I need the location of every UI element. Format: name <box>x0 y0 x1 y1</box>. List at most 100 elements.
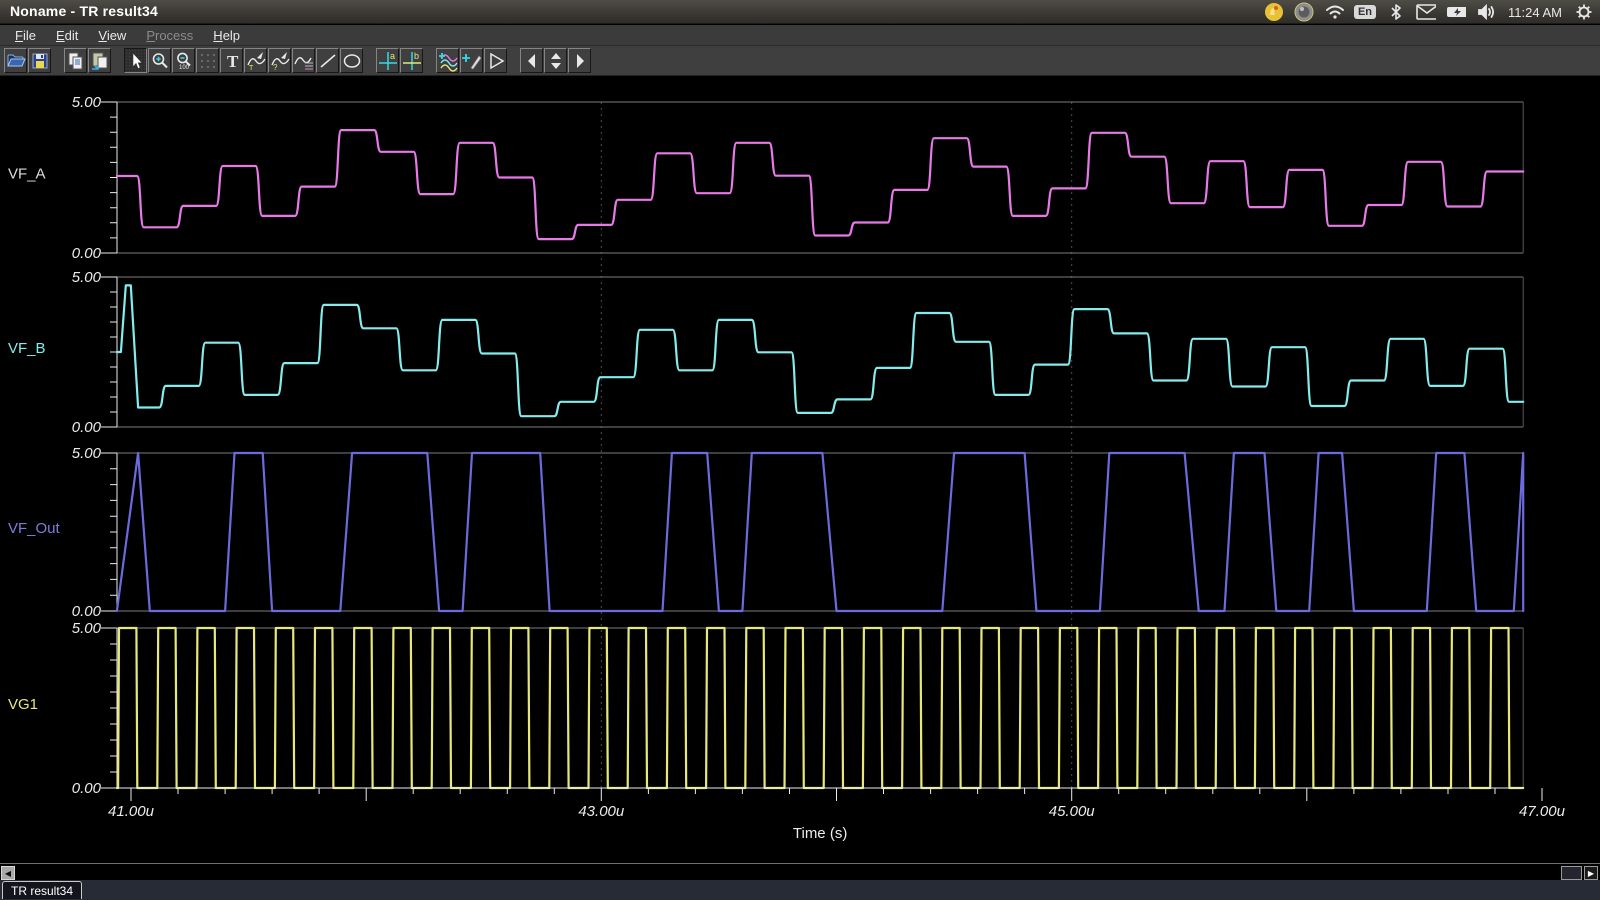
svg-text:T: T <box>249 65 254 72</box>
paste-button[interactable] <box>88 48 111 73</box>
app-yellow-icon[interactable] <box>1264 2 1284 22</box>
toolbar: 100 T T? a b <box>0 46 1600 76</box>
y-axis <box>101 277 117 427</box>
volume-icon[interactable] <box>1476 2 1496 22</box>
cursor-a-button[interactable]: a <box>376 48 399 73</box>
x-tick-label-41: 41.00u <box>108 803 155 820</box>
zoom-in-icon <box>149 50 170 72</box>
metal-orb-icon[interactable] <box>1294 2 1314 22</box>
panel-vf_out: 5.000.00VF_Out <box>8 445 1523 620</box>
play-icon <box>485 50 506 72</box>
signal-label-vg1: VG1 <box>8 696 38 713</box>
menu-item-view[interactable]: View <box>89 26 135 45</box>
panel-vf_b: 5.00 0.00 VF_B <box>8 269 1523 436</box>
probe-icon <box>461 50 482 72</box>
nav-spin-button[interactable] <box>544 48 567 73</box>
scroll-left-button[interactable]: ◀ <box>1 866 15 880</box>
waveform-chart: 5.000.00VF_A5.000.00VF_B5.000.00VF_Out5.… <box>0 77 1600 846</box>
ellipse-icon <box>341 50 362 72</box>
signal-label-vf_b: VF_B <box>8 340 46 357</box>
text-button[interactable]: T <box>220 48 243 73</box>
menu-item-help[interactable]: Help <box>204 26 249 45</box>
zoom-out-icon: 100 <box>173 50 194 72</box>
document-tab[interactable]: TR result34 <box>2 881 82 899</box>
menu-item-file[interactable]: File <box>6 26 45 45</box>
curve-query-icon: ? <box>269 50 290 72</box>
h-scrollbar[interactable]: ◀ ▶ <box>0 863 1600 880</box>
legend-icon <box>293 50 314 72</box>
line-icon <box>317 50 338 72</box>
svg-text:100: 100 <box>179 65 190 71</box>
menu-item-edit[interactable]: Edit <box>47 26 87 45</box>
cursor-b-icon: b <box>401 50 422 72</box>
svg-text:b: b <box>414 51 419 61</box>
svg-text:T: T <box>227 52 239 71</box>
paste-icon <box>89 50 110 72</box>
svg-text:?: ? <box>273 63 278 72</box>
add-curve-icon <box>437 50 458 72</box>
clock-label[interactable]: 11:24 AM <box>1506 5 1564 20</box>
wifi-icon[interactable] <box>1324 2 1344 22</box>
y-axis <box>101 102 117 253</box>
keyboard-layout-label: En <box>1354 5 1376 19</box>
toolbar-group <box>4 48 51 73</box>
grid-button[interactable] <box>196 48 219 73</box>
add-curve-button[interactable] <box>436 48 459 73</box>
save-button[interactable] <box>28 48 51 73</box>
scroll-right-button[interactable]: ▶ <box>1584 866 1598 880</box>
text-icon: T <box>221 50 242 72</box>
y-max-label: 5.00 <box>72 94 102 111</box>
keyboard-layout-badge[interactable]: En <box>1354 2 1376 22</box>
nav-left-button[interactable] <box>520 48 543 73</box>
open-button[interactable] <box>4 48 27 73</box>
play-button[interactable] <box>484 48 507 73</box>
toolbar-group <box>520 48 591 73</box>
system-tray: En 11:24 AM <box>1264 0 1594 24</box>
title-bar: Noname - TR result34 En 11:24 AM <box>0 0 1600 24</box>
probe-button[interactable] <box>460 48 483 73</box>
y-axis <box>101 628 117 788</box>
x-axis <box>117 788 1542 801</box>
trace-vf_out <box>117 453 1523 611</box>
y-max-label: 5.00 <box>72 620 102 637</box>
curve-label-button[interactable]: T <box>244 48 267 73</box>
nav-right-button[interactable] <box>568 48 591 73</box>
toolbar-group <box>64 48 111 73</box>
trace-vf_a <box>117 130 1523 239</box>
trace-vf_b <box>117 285 1523 416</box>
zoom-out-button[interactable]: 100 <box>172 48 195 73</box>
curve-query-button[interactable]: ? <box>268 48 291 73</box>
y-min-label: 0.00 <box>72 245 102 262</box>
pointer-button[interactable] <box>124 48 147 73</box>
grid-icon <box>197 50 218 72</box>
mail-icon[interactable] <box>1416 2 1436 22</box>
nav-right-icon <box>569 50 590 72</box>
battery-icon[interactable] <box>1446 2 1466 22</box>
signal-label-vf_out: VF_Out <box>8 520 61 537</box>
scroll-thumb[interactable] <box>1561 866 1582 880</box>
x-tick-label-47: 47.00u <box>1519 803 1566 820</box>
y-min-label: 0.00 <box>72 780 102 797</box>
window-title: Noname - TR result34 <box>10 3 158 19</box>
toolbar-group <box>436 48 507 73</box>
y-max-label: 5.00 <box>72 269 102 286</box>
x-tick-label-45: 45.00u <box>1049 803 1096 820</box>
cursor-a-icon: a <box>377 50 398 72</box>
zoom-in-button[interactable] <box>148 48 171 73</box>
y-min-label: 0.00 <box>72 603 102 620</box>
cursor-b-button[interactable]: b <box>400 48 423 73</box>
y-axis <box>101 453 117 611</box>
plot-area: 5.000.00VF_A5.000.00VF_B5.000.00VF_Out5.… <box>0 77 1600 846</box>
legend-button[interactable] <box>292 48 315 73</box>
y-min-label: 0.00 <box>72 419 102 436</box>
gear-power-icon[interactable] <box>1574 2 1594 22</box>
bluetooth-icon[interactable] <box>1386 2 1406 22</box>
x-axis-title: Time (s) <box>793 825 847 842</box>
panel-vg1: 5.00 0.00 VG1 <box>8 620 1523 797</box>
copy-button[interactable] <box>64 48 87 73</box>
line-button[interactable] <box>316 48 339 73</box>
panel-vf_a: 5.000.00VF_A <box>8 94 1523 262</box>
save-icon <box>29 50 50 72</box>
copy-icon <box>65 50 86 72</box>
ellipse-button[interactable] <box>340 48 363 73</box>
